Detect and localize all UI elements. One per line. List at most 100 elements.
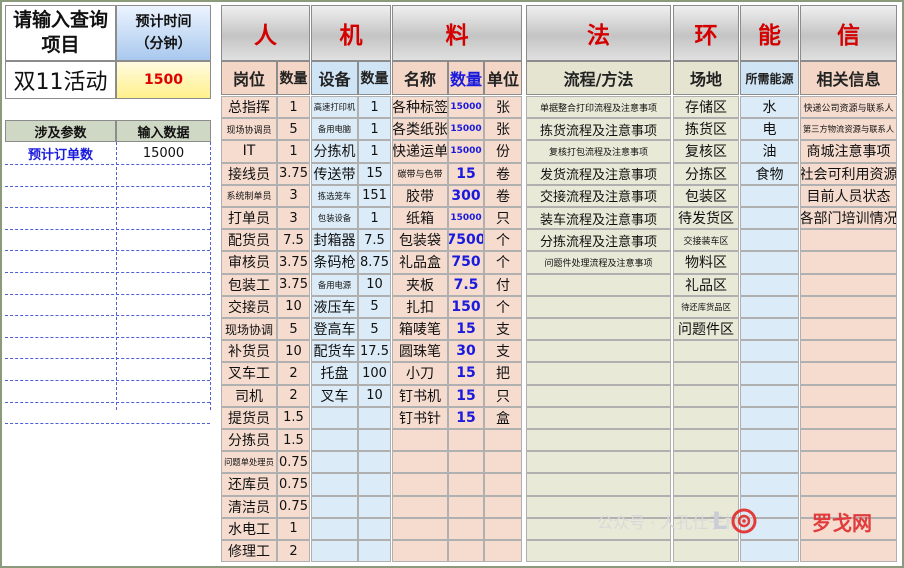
liao-unit-cell: 只: [484, 207, 522, 230]
neng-energy-cell: [740, 451, 799, 474]
ji-count-cell: 151: [358, 184, 391, 207]
xin-info-cell: 快递公司资源与联系人: [800, 96, 897, 119]
input-grid-line: [5, 185, 210, 187]
input-grid-line: [5, 315, 210, 317]
huan-site-cell: 交接装车区: [673, 229, 739, 252]
ren-position-cell: 交接员: [221, 295, 277, 318]
ren-count-cell: 3.75: [277, 162, 310, 185]
ji-equipment-cell: 包装设备: [311, 207, 358, 230]
ren-position-cell: 补货员: [221, 340, 277, 363]
fa-process-cell: [526, 451, 671, 474]
xin-info-cell: [800, 540, 897, 563]
col-header-energy: 所需能源: [740, 61, 799, 95]
liao-name-cell: 纸箱: [392, 207, 448, 230]
liao-name-cell: 包装袋: [392, 229, 448, 252]
huan-site-cell: 礼品区: [673, 273, 739, 296]
huan-site-cell: 复核区: [673, 140, 739, 163]
ji-equipment-cell: 备用电源: [311, 273, 358, 296]
huan-site-cell: [673, 406, 739, 429]
ji-count-cell: 10: [358, 273, 391, 296]
section-huan: 环: [673, 5, 739, 61]
fa-process-cell: 复核打包流程及注意事项: [526, 140, 671, 163]
ji-count-cell: [358, 473, 391, 496]
ji-count-cell: 100: [358, 362, 391, 385]
xin-info-cell: [800, 384, 897, 407]
col-header-unit: 单位: [484, 61, 522, 95]
xin-info-cell: [800, 295, 897, 318]
input-grid-line: [5, 164, 210, 165]
time-value-field[interactable]: 1500: [116, 61, 211, 99]
project-field[interactable]: 双11活动: [5, 61, 116, 99]
ren-position-cell: 分拣员: [221, 429, 277, 452]
param-name: 预计订单数: [27, 147, 93, 163]
neng-energy-cell: [740, 229, 799, 252]
ji-equipment-cell: [311, 473, 358, 496]
liao-unit-cell: 个: [484, 295, 522, 318]
ji-count-cell: 5: [358, 318, 391, 341]
param-value-field[interactable]: 15000: [116, 142, 211, 164]
fa-process-cell: [526, 340, 671, 363]
liao-name-cell: 小刀: [392, 362, 448, 385]
huan-site-cell: [673, 473, 739, 496]
liao-count-cell: 30: [448, 340, 484, 363]
ren-count-cell: 2: [277, 540, 310, 563]
ji-count-cell: 1: [358, 118, 391, 141]
liao-name-cell: 扎扣: [392, 295, 448, 318]
ji-equipment-cell: 高速打印机: [311, 96, 358, 119]
neng-energy-cell: [740, 295, 799, 318]
xin-info-cell: 第三方物流资源与联系人: [800, 118, 897, 141]
fa-process-cell: 发货流程及注意事项: [526, 162, 671, 185]
ji-count-cell: 10: [358, 384, 391, 407]
ji-equipment-cell: 托盘: [311, 362, 358, 385]
neng-energy-cell: [740, 273, 799, 296]
liao-unit-cell: [484, 429, 522, 452]
ren-count-cell: 3.75: [277, 273, 310, 296]
ren-position-cell: IT: [221, 140, 277, 163]
neng-energy-cell: [740, 340, 799, 363]
ji-count-cell: [358, 451, 391, 474]
huan-site-cell: 分拣区: [673, 162, 739, 185]
input-grid-line: [5, 293, 210, 295]
ren-count-cell: 5: [277, 118, 310, 141]
neng-energy-cell: [740, 207, 799, 230]
xin-info-cell: 商城注意事项: [800, 140, 897, 163]
liao-count-cell: 7.5: [448, 273, 484, 296]
input-grid-line: [5, 423, 210, 425]
ji-equipment-cell: 分拣机: [311, 140, 358, 163]
ren-count-cell: 10: [277, 295, 310, 318]
xin-info-cell: [800, 451, 897, 474]
ji-count-cell: 1: [358, 140, 391, 163]
liao-unit-cell: 张: [484, 96, 522, 119]
ren-position-cell: 还库员: [221, 473, 277, 496]
liao-name-cell: 胶带: [392, 184, 448, 207]
ji-equipment-cell: [311, 451, 358, 474]
liao-count-cell: 15: [448, 362, 484, 385]
huan-site-cell: [673, 340, 739, 363]
neng-energy-cell: [740, 429, 799, 452]
time-label: 预计时间（分钟）: [116, 5, 211, 61]
liao-name-cell: 碳带与色带: [392, 162, 448, 185]
liao-count-cell: 15: [448, 406, 484, 429]
liao-name-cell: 夹板: [392, 273, 448, 296]
section-fa: 法: [526, 5, 671, 61]
ji-count-cell: [358, 406, 391, 429]
ji-equipment-cell: 备用电脑: [311, 118, 358, 141]
xin-info-cell: [800, 429, 897, 452]
ji-count-cell: [358, 429, 391, 452]
liao-unit-cell: 支: [484, 318, 522, 341]
ji-count-cell: 8.75: [358, 251, 391, 274]
huan-site-cell: [673, 362, 739, 385]
xin-info-cell: [800, 251, 897, 274]
fa-process-cell: [526, 318, 671, 341]
liao-count-cell: [448, 540, 484, 563]
huan-site-cell: 待还库货品区: [673, 295, 739, 318]
ji-equipment-cell: 配货车: [311, 340, 358, 363]
fa-process-cell: 拣货流程及注意事项: [526, 118, 671, 141]
liao-name-cell: 快递运单: [392, 140, 448, 163]
liao-count-cell: 15000: [448, 96, 484, 119]
logo-text: 罗戈网: [812, 511, 872, 535]
liao-count-cell: 150: [448, 295, 484, 318]
xin-info-cell: [800, 340, 897, 363]
liao-unit-cell: 只: [484, 384, 522, 407]
huan-site-cell: 待发货区: [673, 207, 739, 230]
